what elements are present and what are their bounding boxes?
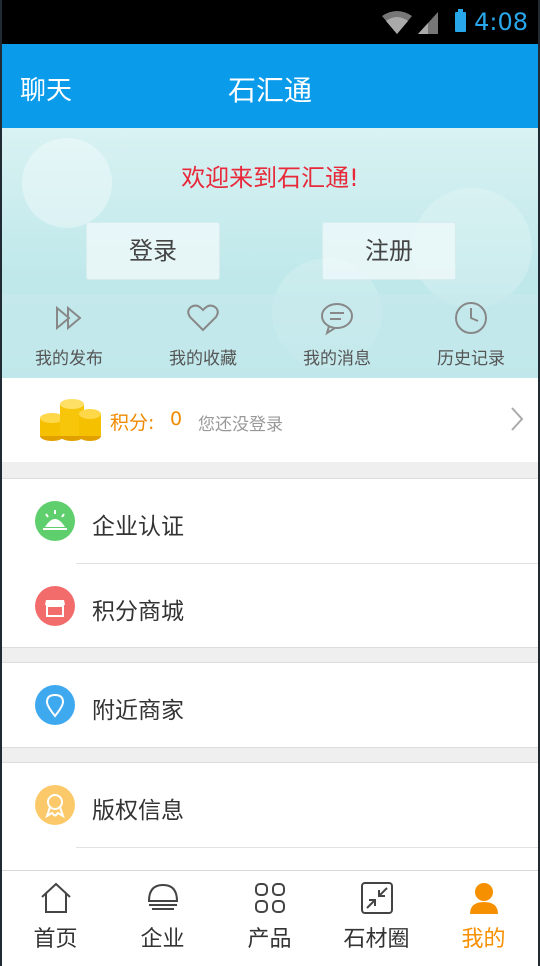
menu-label: 企业认证	[92, 514, 184, 540]
quick-actions: 我的发布 我的收藏 我的消息 历史记录	[2, 294, 538, 378]
store-icon	[35, 586, 75, 626]
battery-icon	[455, 9, 466, 32]
my-messages-button[interactable]: 我的消息	[270, 294, 404, 378]
history-button[interactable]: 历史记录	[404, 294, 538, 378]
location-pin-icon	[35, 685, 75, 725]
chevron-right-icon	[511, 407, 524, 431]
quick-label: 我的发布	[35, 349, 103, 369]
login-hint: 您还没登录	[198, 415, 283, 435]
menu-item-mall[interactable]: 积分商城	[2, 564, 538, 648]
collapse-icon	[360, 882, 393, 914]
menu-item-cert[interactable]: 企业认证	[2, 479, 538, 563]
tab-label: 产品	[247, 927, 292, 952]
menu-group-business: 企业认证 积分商城	[2, 478, 538, 648]
tab-label: 石材圈	[343, 927, 410, 952]
menu-label: 版权信息	[92, 798, 184, 824]
gold-coins-icon	[40, 399, 101, 441]
heart-icon	[187, 304, 219, 332]
tab-home[interactable]: 首页	[2, 871, 109, 966]
signal-icons	[382, 10, 438, 34]
tab-label: 首页	[33, 927, 78, 952]
quick-label: 历史记录	[437, 349, 505, 369]
welcome-text: 欢迎来到石汇通!	[181, 164, 359, 192]
home-icon	[40, 882, 71, 913]
menu-item-copyright[interactable]: 版权信息	[2, 763, 538, 847]
tab-label: 我的	[461, 927, 506, 952]
tab-stone-circle[interactable]: 石材圈	[323, 871, 430, 966]
quick-label: 我的消息	[303, 349, 371, 369]
quick-label: 我的收藏	[169, 349, 237, 369]
status-bar: 4:08	[2, 0, 538, 44]
points-value: 0	[170, 408, 183, 430]
my-favorites-button[interactable]: 我的收藏	[136, 294, 270, 378]
chat-bubble-icon	[321, 303, 353, 336]
register-button[interactable]: 注册	[322, 222, 456, 280]
tab-label: 企业	[140, 927, 185, 952]
badge-icon	[35, 785, 75, 825]
tab-enterprise[interactable]: 企业	[109, 871, 216, 966]
user-icon	[469, 883, 498, 914]
tab-products[interactable]: 产品	[216, 871, 323, 966]
bottom-tab-bar: 首页 企业 产品 石材圈 我的	[2, 870, 538, 966]
status-time: 4:08	[474, 8, 528, 36]
my-posts-button[interactable]: 我的发布	[2, 294, 136, 378]
menu-group-nearby: 附近商家	[2, 662, 538, 748]
tab-mine[interactable]: 我的	[430, 871, 537, 966]
profile-banner: 欢迎来到石汇通! 登录 注册 我的发布 我的收藏 我的消息 历史记录	[2, 128, 538, 378]
menu-group-info: 版权信息	[2, 762, 538, 910]
sunrise-icon	[35, 501, 75, 541]
login-button[interactable]: 登录	[86, 222, 220, 280]
points-row[interactable]: 积分: 0 您还没登录	[2, 378, 538, 462]
points-label: 积分:	[110, 412, 155, 434]
menu-label: 积分商城	[92, 599, 184, 625]
cell-signal-icon	[418, 12, 438, 34]
page-title: 石汇通	[227, 74, 312, 107]
app-frame: 4:08 聊天 石汇通 欢迎来到石汇通! 登录 注册 我的发布 我的收藏 我的消…	[2, 0, 538, 966]
wifi-icon	[382, 11, 412, 34]
dome-icon	[147, 883, 178, 910]
clock-icon	[455, 302, 487, 334]
fast-forward-icon	[56, 305, 82, 331]
grid-icon	[254, 883, 285, 913]
menu-label: 附近商家	[92, 698, 184, 724]
app-header: 聊天 石汇通	[2, 44, 538, 128]
menu-item-nearby[interactable]: 附近商家	[2, 663, 538, 747]
